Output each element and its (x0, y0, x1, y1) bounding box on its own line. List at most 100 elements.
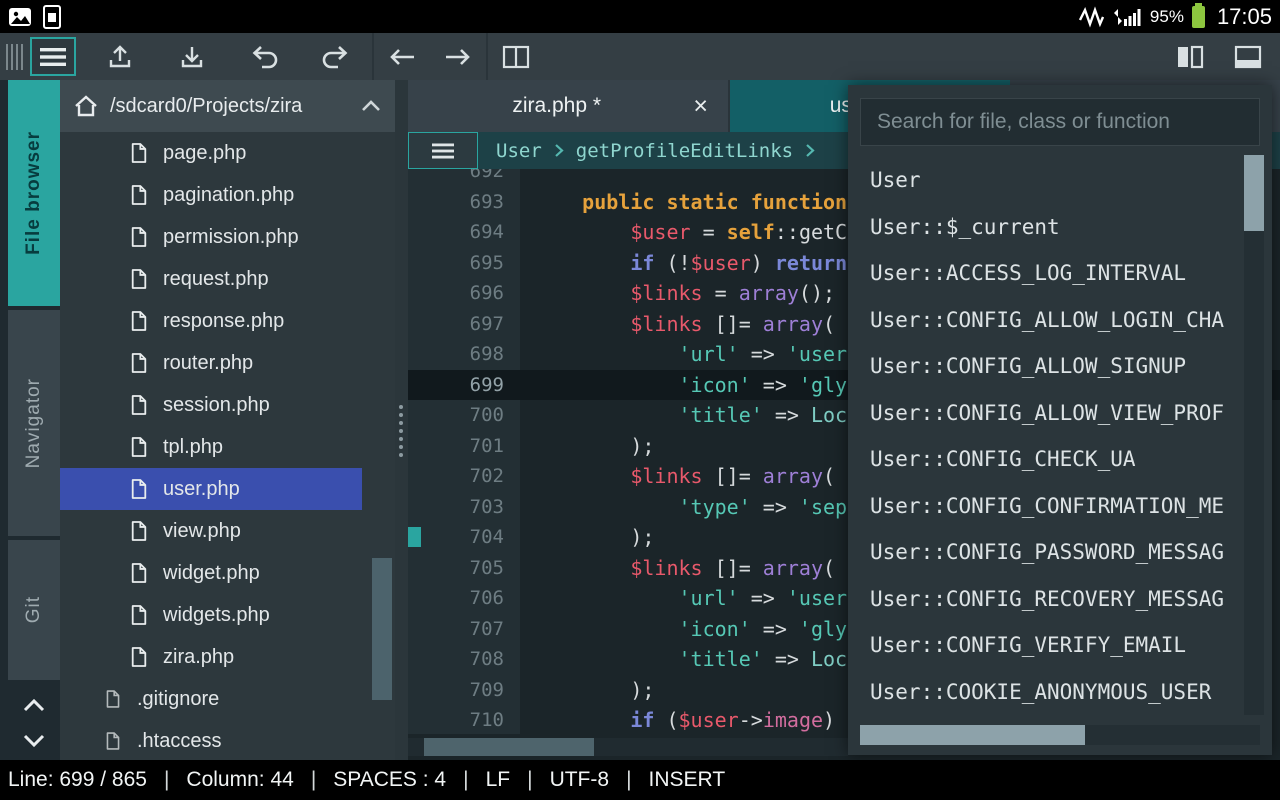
completion-item[interactable]: User::CONFIG_ALLOW_LOGIN_CHA (848, 297, 1236, 344)
split-view-icon (502, 45, 530, 69)
completion-item[interactable]: User::CONFIG_CHECK_UA (848, 436, 1236, 483)
line-number[interactable]: 707 (408, 614, 520, 645)
breadcrumb-item-function[interactable]: getProfileEditLinks (576, 140, 793, 162)
status-item[interactable]: SPACES : 4 (333, 768, 446, 792)
line-number[interactable]: 697 (408, 309, 520, 340)
menu-button[interactable] (30, 37, 76, 76)
undo-button[interactable] (228, 33, 300, 80)
line-number[interactable]: 703 (408, 492, 520, 523)
completion-vscrollbar[interactable] (1244, 155, 1264, 715)
editor-hscrollbar[interactable] (408, 738, 848, 756)
file-item[interactable]: pagination.php (60, 174, 362, 216)
file-item[interactable]: user.php (60, 468, 362, 510)
file-name: widgets.php (163, 604, 270, 627)
file-item[interactable]: zira.php (60, 636, 362, 678)
line-number[interactable]: 693 (408, 187, 520, 218)
panel-bottom-button[interactable] (1226, 33, 1270, 80)
back-button[interactable] (374, 33, 430, 80)
completion-vscrollbar-thumb[interactable] (1244, 155, 1264, 231)
line-number[interactable]: 704 (408, 522, 520, 553)
status-item[interactable]: UTF-8 (550, 768, 610, 792)
file-item[interactable]: tpl.php (60, 426, 362, 468)
status-right-icons: 95% 17:05 (1078, 4, 1272, 30)
line-number[interactable]: 695 (408, 248, 520, 279)
file-item[interactable]: .gitignore (60, 678, 362, 720)
line-number[interactable]: 706 (408, 583, 520, 614)
completion-item[interactable]: User::CONFIG_ALLOW_SIGNUP (848, 343, 1236, 390)
line-number[interactable]: 701 (408, 431, 520, 462)
completion-hscrollbar[interactable] (860, 725, 1260, 745)
completion-item[interactable]: User::COOKIE_ANONYMOUS_USER (848, 669, 1236, 710)
file-item[interactable]: view.php (60, 510, 362, 552)
editor-hscrollbar-thumb[interactable] (424, 738, 594, 756)
close-icon[interactable]: × (689, 92, 712, 121)
file-list-scrollbar[interactable] (372, 558, 392, 700)
status-separator: | (527, 768, 532, 792)
line-number[interactable]: 700 (408, 400, 520, 431)
line-number[interactable]: 694 (408, 217, 520, 248)
file-item[interactable]: session.php (60, 384, 362, 426)
file-item[interactable]: widget.php (60, 552, 362, 594)
line-number[interactable]: 710 (408, 705, 520, 734)
line-number-text: 709 (470, 679, 504, 701)
file-name: tpl.php (163, 436, 223, 459)
sidebar-tab-file-browser[interactable]: File browser (8, 80, 60, 306)
file-item[interactable]: .htaccess (60, 720, 362, 760)
completion-item[interactable]: User::CONFIG_CONFIRMATION_ME (848, 483, 1236, 530)
tab-zira-php[interactable]: zira.php * × (408, 80, 730, 132)
file-item[interactable]: page.php (60, 132, 362, 174)
sidebar-tab-navigator[interactable]: Navigator (8, 310, 60, 536)
completion-hscrollbar-thumb[interactable] (860, 725, 1085, 745)
file-browser-panel: /sdcard0/Projects/zira page.phppaginatio… (60, 80, 395, 760)
completion-item[interactable]: User::CONFIG_RECOVERY_MESSAG (848, 576, 1236, 623)
line-number[interactable]: 708 (408, 644, 520, 675)
sidebar-tab-git[interactable]: Git (8, 540, 60, 680)
panel-split-button[interactable] (1168, 33, 1212, 80)
file-item[interactable]: permission.php (60, 216, 362, 258)
file-item[interactable]: router.php (60, 342, 362, 384)
document-icon (130, 142, 148, 164)
file-name: request.php (163, 268, 269, 291)
editor-resize-handle[interactable] (395, 80, 408, 760)
document-icon (130, 478, 148, 500)
file-list-scroll-down-button[interactable] (8, 724, 60, 758)
file-item[interactable]: response.php (60, 300, 362, 342)
completion-item[interactable]: User::ACCESS_LOG_INTERVAL (848, 250, 1236, 297)
menu-icon (432, 143, 454, 159)
drawer-handle-icon[interactable] (0, 33, 28, 80)
completion-item[interactable]: User (848, 157, 1236, 204)
status-item[interactable]: LF (486, 768, 511, 792)
line-number[interactable]: 698 (408, 339, 520, 370)
upload-button[interactable] (84, 33, 156, 80)
forward-icon (444, 47, 472, 67)
status-item[interactable]: Column: 44 (186, 768, 293, 792)
line-number[interactable]: 709 (408, 675, 520, 706)
file-path-header[interactable]: /sdcard0/Projects/zira (60, 80, 395, 132)
completion-item[interactable]: User::$_current (848, 204, 1236, 251)
line-number[interactable]: 705 (408, 553, 520, 584)
main-area: File browser Navigator Git /sdcard0/Proj… (0, 80, 1280, 760)
breadcrumb-item-class[interactable]: User (496, 140, 542, 162)
redo-button[interactable] (300, 33, 372, 80)
split-view-button[interactable] (488, 33, 544, 80)
chevron-right-icon (805, 143, 815, 158)
line-number[interactable]: 702 (408, 461, 520, 492)
breadcrumb-menu-button[interactable] (408, 132, 478, 169)
file-item[interactable]: request.php (60, 258, 362, 300)
completion-item[interactable]: User::CONFIG_PASSWORD_MESSAG (848, 529, 1236, 576)
save-button[interactable] (156, 33, 228, 80)
completion-item[interactable]: User::CONFIG_VERIFY_EMAIL (848, 622, 1236, 669)
status-item[interactable]: Line: 699 / 865 (8, 768, 147, 792)
line-number-text: 700 (470, 404, 504, 426)
line-number[interactable]: 692 (408, 169, 520, 187)
status-item[interactable]: INSERT (649, 768, 726, 792)
file-name: permission.php (163, 226, 299, 249)
forward-button[interactable] (430, 33, 486, 80)
completion-item[interactable]: User::CONFIG_ALLOW_VIEW_PROF (848, 390, 1236, 437)
upload-icon (106, 44, 134, 70)
file-item[interactable]: widgets.php (60, 594, 362, 636)
line-number[interactable]: 699 (408, 370, 520, 401)
file-list-scroll-up-button[interactable] (8, 688, 60, 722)
search-input[interactable] (860, 98, 1260, 146)
line-number[interactable]: 696 (408, 278, 520, 309)
